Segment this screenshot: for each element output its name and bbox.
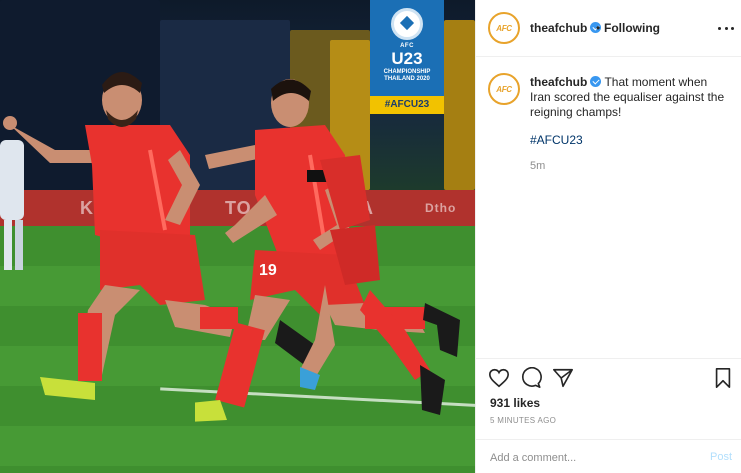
- heart-icon[interactable]: [488, 367, 510, 389]
- avatar[interactable]: AFC: [488, 73, 520, 105]
- username-text: theafchub: [530, 21, 588, 35]
- caption-username[interactable]: theafchub: [530, 75, 587, 89]
- jersey-number: 19: [259, 262, 277, 279]
- following-button[interactable]: Following: [604, 21, 660, 35]
- tournament-badge: AFC U23 CHAMPIONSHIP THAILAND 2020 #AFCU…: [370, 0, 444, 114]
- comment-bar: Post: [476, 439, 741, 473]
- badge-hashtag: #AFCU23: [370, 96, 444, 114]
- username-link[interactable]: theafchub: [530, 21, 602, 35]
- post-comment-button[interactable]: Post: [710, 451, 732, 463]
- hashtag-link[interactable]: #AFCU23: [530, 133, 583, 147]
- avatar[interactable]: AFC: [488, 12, 520, 44]
- post-side-panel: AFC theafchub • Following AFC theafchub …: [475, 0, 741, 473]
- comment-input[interactable]: [490, 450, 690, 466]
- more-options-icon[interactable]: [718, 20, 734, 36]
- afc-ball-logo: [391, 8, 423, 40]
- badge-subtitle-line1: CHAMPIONSHIP: [383, 69, 431, 75]
- badge-title: U23: [391, 49, 423, 68]
- post-header: AFC theafchub • Following: [476, 0, 741, 57]
- player-behind: [300, 140, 460, 420]
- separator-dot: •: [596, 21, 601, 35]
- avatar-logo-text: AFC: [496, 23, 512, 33]
- comment-icon[interactable]: [520, 366, 542, 389]
- share-icon[interactable]: [552, 367, 574, 389]
- badge-subtitle-line2: THAILAND 2020: [384, 76, 430, 82]
- post-age: 5 MINUTES AGO: [490, 416, 557, 425]
- bookmark-icon[interactable]: [712, 367, 734, 389]
- avatar-logo-text: AFC: [496, 84, 512, 94]
- caption-text: theafchub That moment when Iran scored t…: [530, 75, 730, 120]
- post-photo[interactable]: KIR TO A Dtho: [0, 0, 475, 473]
- badge-subtitle: CHAMPIONSHIP THAILAND 2020: [370, 69, 444, 83]
- likes-count[interactable]: 931 likes: [490, 396, 540, 410]
- post-actions: 931 likes 5 MINUTES AGO Post: [476, 358, 741, 473]
- caption-timestamp: 5m: [530, 160, 546, 172]
- instagram-post: KIR TO A Dtho: [0, 0, 741, 473]
- verified-icon: [590, 76, 602, 87]
